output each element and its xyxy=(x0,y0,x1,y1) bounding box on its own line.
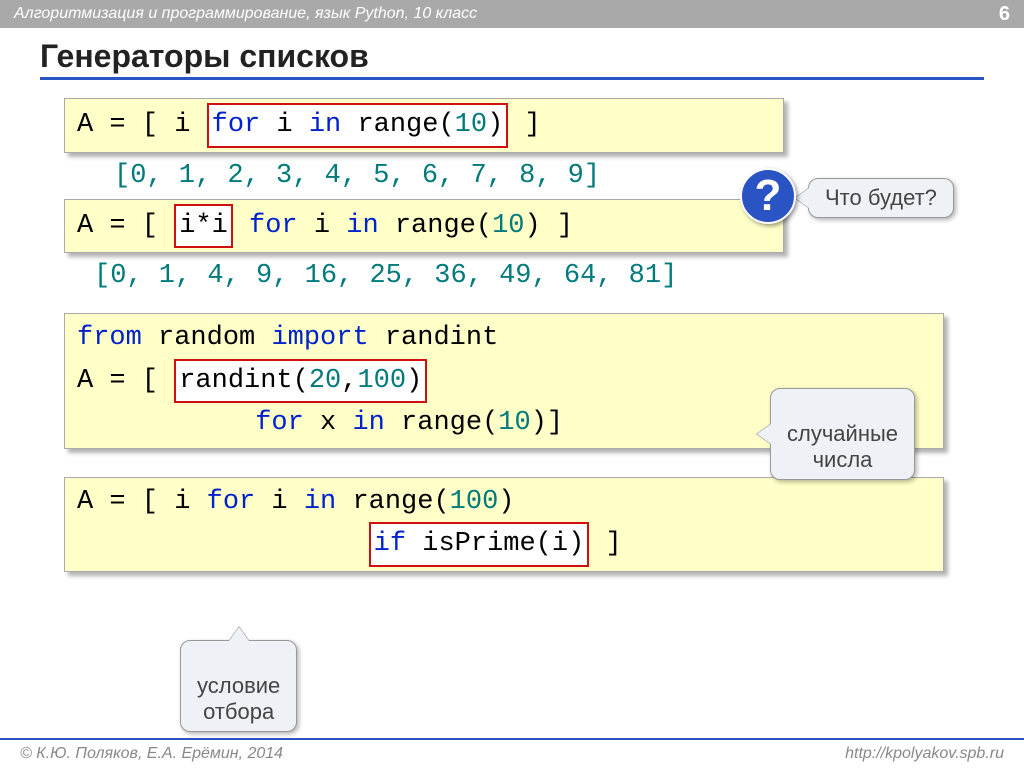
slide-header: Алгоритмизация и программирование, язык … xyxy=(0,0,1024,28)
code-block-1: A = [ i for i in range(10) ] xyxy=(64,98,784,153)
code-block-4: A = [ i for i in range(100) AAAAAAAAAif … xyxy=(64,477,944,572)
callout-question: Что будет? xyxy=(808,178,954,218)
output-2: [0, 1, 4, 9, 16, 25, 36, 49, 64, 81] xyxy=(94,261,970,291)
slide-footer: © К.Ю. Поляков, Е.А. Ерёмин, 2014 http:/… xyxy=(0,738,1024,768)
header-subject: Алгоритмизация и программирование, язык … xyxy=(14,5,477,23)
callout-random: случайные числа xyxy=(770,388,915,480)
code-block-2: A = [ i*i for i in range(10) ] xyxy=(64,199,784,254)
footer-copyright: © К.Ю. Поляков, Е.А. Ерёмин, 2014 xyxy=(20,745,283,763)
callout-filter: условие отбора xyxy=(180,640,297,732)
footer-url: http://kpolyakov.spb.ru xyxy=(845,745,1004,763)
page-number: 6 xyxy=(999,3,1010,26)
slide-title: Генераторы списков xyxy=(40,38,984,80)
question-icon: ? xyxy=(740,168,796,224)
